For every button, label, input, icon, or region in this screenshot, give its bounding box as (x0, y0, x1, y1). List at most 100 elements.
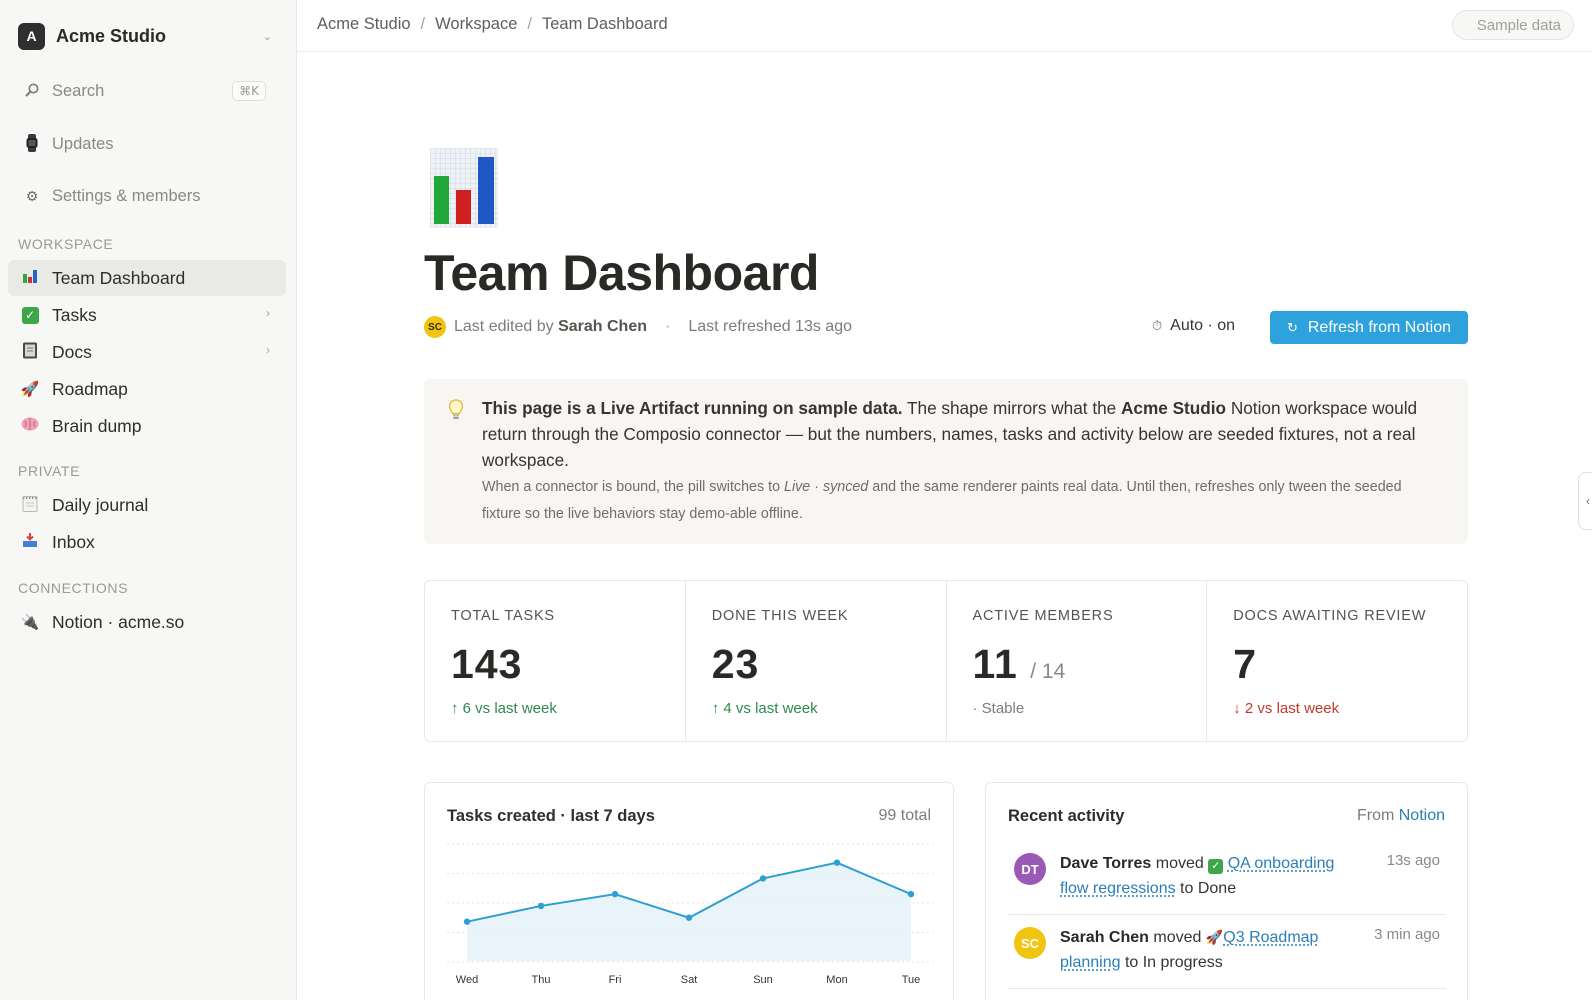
bar-chart-page-icon[interactable] (430, 148, 498, 228)
avatar[interactable]: DT (1014, 853, 1046, 885)
watch-icon (22, 134, 42, 155)
breadcrumb-separator: / (421, 15, 426, 34)
sidebar-item-daily-journal[interactable]: Daily journal (8, 487, 286, 523)
refresh-icon: ↻ (1287, 320, 1298, 336)
sidebar-item-brain-dump[interactable]: Brain dump (8, 408, 286, 444)
avatar[interactable]: SC (1014, 927, 1046, 959)
notion-source-link[interactable]: Notion (1399, 807, 1445, 824)
settings-label: Settings & members (52, 187, 201, 206)
divider (1008, 988, 1446, 989)
avatar[interactable]: SC (424, 316, 446, 338)
stat-denominator: / 14 (1030, 660, 1065, 683)
stat-done-this-week[interactable]: DONE THIS WEEK 23 ↑ 4 vs last week (686, 581, 947, 741)
meta-separator: · (665, 318, 670, 336)
sidebar-item-tasks[interactable]: ✓ Tasks › (8, 297, 286, 333)
notebook-icon (20, 342, 40, 363)
chevron-right-icon[interactable]: › (266, 306, 270, 320)
search-label: Search (52, 82, 104, 101)
breadcrumb-acme-studio[interactable]: Acme Studio (317, 15, 411, 34)
last-refreshed-label: Last refreshed 13s ago (688, 318, 852, 336)
workspace-name: Acme Studio (56, 26, 166, 47)
rocket-icon: 🚀 (20, 380, 40, 398)
section-private: PRIVATE (18, 463, 80, 479)
chart-tick-label: Thu (532, 974, 551, 986)
stat-trend: ↓ 2 vs last week (1233, 700, 1339, 717)
chart-tick-label: Fri (609, 974, 622, 986)
chart-point (686, 915, 692, 921)
panel-collapse-handle[interactable]: ‹ (1578, 472, 1592, 530)
check-box-icon: ✓ (1208, 859, 1223, 874)
sample-data-pill[interactable]: Sample data (1452, 10, 1574, 40)
sidebar-item-notion-connection[interactable]: 🔌 Notion · acme.so (8, 604, 286, 640)
chart-tick-label: Mon (826, 974, 847, 986)
chart-point (464, 918, 470, 924)
auto-refresh-toggle[interactable]: ⏱ Auto · on (1152, 317, 1235, 335)
activity-time: 13s ago (1387, 852, 1440, 869)
chart-point (760, 875, 766, 881)
chart-point (908, 891, 914, 897)
sidebar-item-inbox[interactable]: Inbox (8, 524, 286, 560)
stopwatch-icon: ⏱ (1152, 318, 1162, 334)
sidebar-item-label: Docs (52, 342, 92, 363)
chart-area (467, 863, 911, 961)
sidebar-item-team-dashboard[interactable]: Team Dashboard (8, 260, 286, 296)
activity-time: 3 min ago (1374, 926, 1440, 943)
activity-text: Dave Torres moved ✓ QA onboarding flow r… (1060, 851, 1360, 901)
stat-value: 143 (451, 641, 522, 688)
sidebar-item-label: Daily journal (52, 495, 148, 516)
sidebar: A Acme Studio ⌄ Search ⌘K Updates ⚙ Sett… (0, 0, 297, 1000)
stat-active-members[interactable]: ACTIVE MEMBERS 11 / 14 · Stable (947, 581, 1208, 741)
stat-trend: ↑ 6 vs last week (451, 700, 557, 717)
inbox-tray-icon (20, 532, 40, 552)
stat-docs-awaiting-review[interactable]: DOCS AWAITING REVIEW 7 ↓ 2 vs last week (1207, 581, 1467, 741)
stat-label: TOTAL TASKS (451, 608, 555, 624)
chart-tick-label: Tue (902, 974, 921, 986)
updates-button[interactable]: Updates (14, 127, 284, 161)
breadcrumb-separator: / (527, 15, 532, 34)
info-callout: This page is a Live Artifact running on … (424, 379, 1468, 544)
refresh-from-notion-button[interactable]: ↻ Refresh from Notion (1270, 311, 1468, 344)
chart-point (538, 903, 544, 909)
workspace-switcher[interactable]: A Acme Studio ⌄ (18, 22, 278, 50)
settings-button[interactable]: ⚙ Settings & members (14, 179, 284, 213)
stat-trend: · Stable (973, 700, 1025, 717)
stat-label: DONE THIS WEEK (712, 608, 849, 624)
activity-actor[interactable]: Dave Torres (1060, 855, 1151, 872)
activity-actor[interactable]: Sarah Chen (1060, 929, 1149, 946)
stat-label: ACTIVE MEMBERS (973, 608, 1114, 624)
sidebar-item-label: Team Dashboard (52, 268, 185, 289)
auto-refresh-label: Auto · on (1170, 317, 1235, 335)
breadcrumb-team-dashboard[interactable]: Team Dashboard (542, 15, 668, 34)
stat-value: 7 (1233, 641, 1257, 688)
sidebar-item-label: Brain dump (52, 416, 142, 437)
stats-row: TOTAL TASKS 143 ↑ 6 vs last week DONE TH… (424, 580, 1468, 742)
chart-tick-label: Sat (681, 974, 698, 986)
search-shortcut: ⌘K (232, 81, 266, 101)
stat-trend: ↑ 4 vs last week (712, 700, 818, 717)
chart-point (834, 859, 840, 865)
last-edited-label: Last edited by Sarah Chen (454, 318, 647, 336)
breadcrumb-workspace[interactable]: Workspace (435, 15, 517, 34)
activity-title: Recent activity (1008, 807, 1124, 826)
sidebar-item-roadmap[interactable]: 🚀 Roadmap (8, 371, 286, 407)
rocket-icon: 🚀 (1206, 929, 1223, 945)
search-button[interactable]: Search ⌘K (14, 74, 284, 108)
editor-name[interactable]: Sarah Chen (558, 318, 647, 335)
chevron-right-icon[interactable]: › (266, 343, 270, 357)
updates-label: Updates (52, 135, 113, 154)
breadcrumb: Acme Studio / Workspace / Team Dashboard (317, 15, 668, 34)
stat-total-tasks[interactable]: TOTAL TASKS 143 ↑ 6 vs last week (425, 581, 686, 741)
lightbulb-icon (448, 399, 464, 426)
recent-activity-card: Recent activity From Notion DT Dave Torr… (985, 782, 1468, 1000)
section-connections: CONNECTIONS (18, 580, 128, 596)
activity-text: Sarah Chen moved 🚀Q3 Roadmap planning to… (1060, 925, 1360, 975)
page-title: Team Dashboard (424, 244, 819, 302)
sidebar-item-docs[interactable]: Docs › (8, 334, 286, 370)
callout-main-text: This page is a Live Artifact running on … (482, 395, 1442, 473)
plug-icon: 🔌 (20, 613, 40, 631)
top-bar: Acme Studio / Workspace / Team Dashboard… (297, 0, 1592, 52)
stat-label: DOCS AWAITING REVIEW (1233, 608, 1426, 624)
refresh-button-label: Refresh from Notion (1308, 319, 1451, 337)
tasks-line-chart: Wed Thu Fri Sat Sun Mon Tue (425, 783, 955, 1000)
notepad-icon (20, 495, 40, 516)
